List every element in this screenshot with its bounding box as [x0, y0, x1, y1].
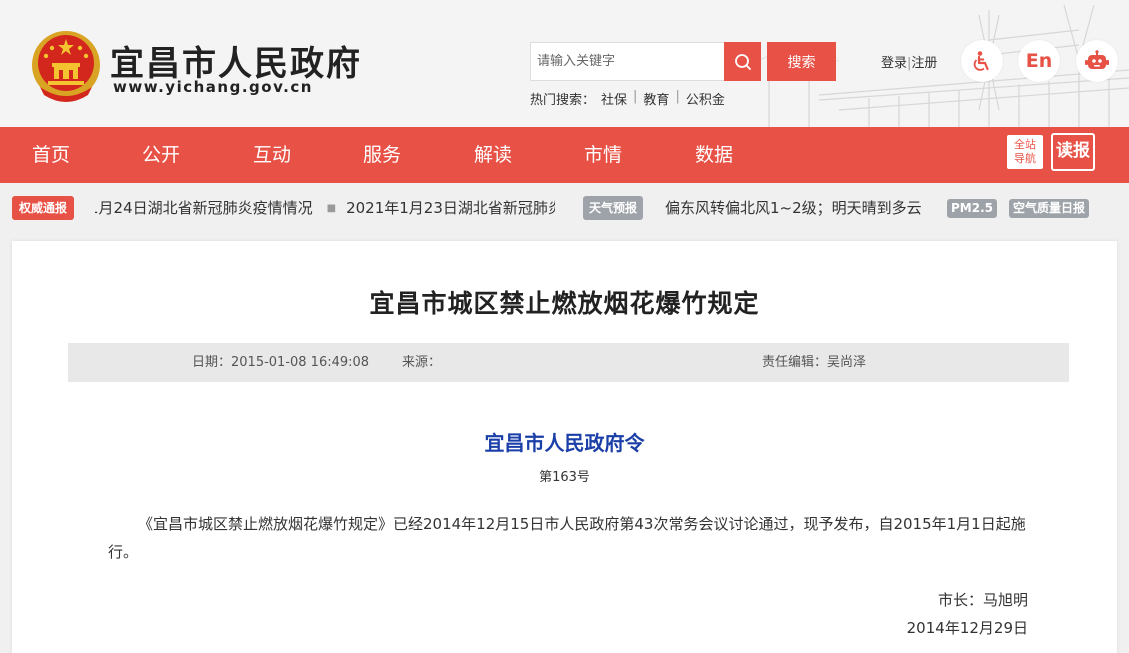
- robot-icon: [1085, 50, 1109, 69]
- hot-search-link[interactable]: 社保: [601, 89, 627, 108]
- bullet-icon: ■: [326, 202, 337, 214]
- pm25-tag[interactable]: PM2.5: [947, 199, 997, 218]
- site-navigation-button[interactable]: 全站 导航: [1007, 135, 1043, 169]
- robot-assistant-button[interactable]: [1076, 40, 1118, 82]
- nav-item-service[interactable]: 服务: [363, 127, 401, 183]
- site-url[interactable]: www.yichang.gov.cn: [113, 78, 313, 96]
- hot-search-label: 热门搜索：: [530, 93, 596, 108]
- search-input[interactable]: [531, 43, 721, 80]
- ticker-news-link[interactable]: 2021年1月23日湖北省新冠肺炎疫情情况: [346, 199, 555, 217]
- search-button[interactable]: 搜索: [767, 42, 836, 81]
- site-header: 宜昌市人民政府 www.yichang.gov.cn 搜索 热门搜索： 社保 |…: [0, 0, 1129, 127]
- divider: |: [633, 89, 638, 104]
- news-ticker: 权威通报 1月24日湖北省新冠肺炎疫情情况 ■ 2021年1月23日湖北省新冠肺炎疫…: [0, 183, 1129, 231]
- ticker-news: 1月24日湖北省新冠肺炎疫情情况 ■ 2021年1月23日湖北省新冠肺炎疫情情况: [95, 196, 555, 220]
- article-source: 来源：: [402, 355, 442, 370]
- signer: 市长：马旭明: [937, 591, 1028, 609]
- nav-item-home[interactable]: 首页: [32, 127, 70, 183]
- authority-notice-badge: 权威通报: [12, 196, 75, 220]
- weather-badge: 天气预报: [583, 196, 644, 220]
- login-link[interactable]: 登录: [881, 56, 907, 71]
- decree-number: 第163号: [539, 470, 590, 485]
- ticker-news-link[interactable]: 1月24日湖北省新冠肺炎疫情情况: [95, 199, 313, 217]
- signature-block: 市长：马旭明 2014年12月29日: [907, 586, 1028, 642]
- hot-search-link[interactable]: 教育: [643, 89, 669, 108]
- article-body: 《宜昌市城区禁止燃放烟花爆竹规定》已经2014年12月15日市人民政府第43次常…: [108, 515, 1026, 561]
- nav-item-data[interactable]: 数据: [695, 127, 733, 183]
- search-icon-button[interactable]: [724, 42, 761, 81]
- hot-search: 热门搜索： 社保 | 教育 | 公积金: [530, 89, 725, 108]
- article-panel: 宜昌市城区禁止燃放烟花爆竹规定 日期：2015-01-08 16:49:08 来…: [12, 241, 1117, 653]
- read-newspaper-button[interactable]: 读报: [1051, 133, 1095, 171]
- accessibility-button[interactable]: [961, 40, 1003, 82]
- nav-item-interaction[interactable]: 互动: [253, 127, 291, 183]
- site-navigation-label-1: 全站: [1014, 138, 1036, 151]
- decree-title: 宜昌市人民政府令: [484, 431, 645, 455]
- sign-date: 2014年12月29日: [906, 619, 1028, 637]
- divider: |: [675, 89, 680, 104]
- main-nav: 首页 公开 互动 服务 解读 市情 数据: [0, 127, 1129, 183]
- article-editor: 责任编辑：吴尚泽: [762, 355, 867, 370]
- air-quality-tag[interactable]: 空气质量日报: [1009, 199, 1090, 218]
- login-register: 登录|注册: [881, 52, 937, 71]
- article-meta: 日期：2015-01-08 16:49:08 来源： 责任编辑：吴尚泽: [68, 343, 1069, 382]
- site-navigation-label-2: 导航: [1014, 152, 1036, 165]
- search-box: [530, 42, 761, 81]
- register-link[interactable]: 注册: [911, 56, 937, 71]
- nav-item-city-info[interactable]: 市情: [584, 127, 622, 183]
- english-version-button[interactable]: En: [1018, 40, 1060, 82]
- weather-text: 偏东风转偏北风1~2级；明天晴到多云: [665, 199, 922, 217]
- nav-item-interpretation[interactable]: 解读: [474, 127, 512, 183]
- article-date: 日期：2015-01-08 16:49:08: [192, 355, 370, 370]
- article-title: 宜昌市城区禁止燃放烟花爆竹规定: [369, 289, 760, 318]
- hot-search-link[interactable]: 公积金: [686, 89, 725, 108]
- accessibility-icon: [973, 51, 989, 71]
- nav-item-public[interactable]: 公开: [142, 127, 180, 183]
- national-emblem-logo: [32, 31, 100, 102]
- search-icon: [734, 53, 751, 70]
